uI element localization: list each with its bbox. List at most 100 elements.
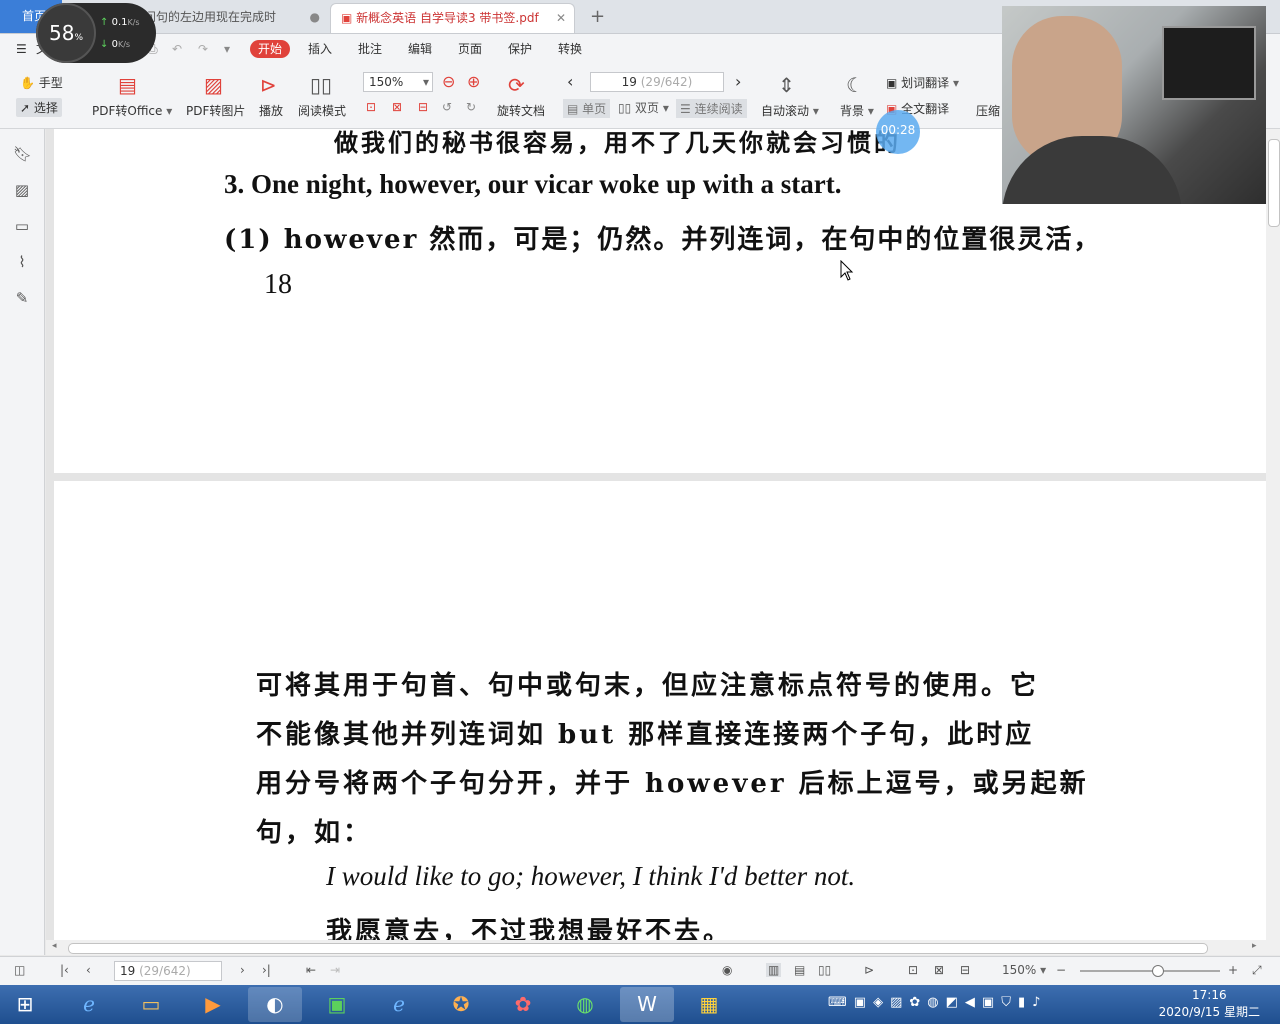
status-page-input[interactable]: 19 (29/642): [114, 961, 222, 981]
menu-page[interactable]: 页面: [458, 40, 482, 58]
undo-icon[interactable]: ↶: [172, 40, 182, 58]
zoom-in-icon[interactable]: +: [1228, 963, 1238, 977]
auto-scroll-button[interactable]: 自动滚动 ▾: [761, 102, 819, 119]
menu-insert[interactable]: 插入: [308, 40, 332, 58]
app-icon[interactable]: ▦: [682, 987, 736, 1022]
network-speed-widget[interactable]: 58% ↑ 0.1K/s ↓ 0K/s: [36, 3, 156, 63]
start-button[interactable]: ⊞: [0, 987, 50, 1022]
last-page-icon[interactable]: ›|: [262, 963, 271, 977]
menu-protect[interactable]: 保护: [508, 40, 532, 58]
fit-page-icon[interactable]: ⊠: [934, 963, 944, 977]
hand-icon: ✋: [20, 76, 35, 90]
chevron-down-icon: ▾: [953, 76, 960, 90]
folder-icon[interactable]: ▭: [124, 987, 178, 1022]
pdf-to-image-button[interactable]: PDF转图片: [186, 102, 245, 119]
menu-annotate[interactable]: 批注: [358, 40, 382, 58]
select-tool[interactable]: ➚ 选择: [16, 98, 62, 117]
previous-page-icon[interactable]: ‹: [567, 72, 573, 91]
next-page-icon[interactable]: ›: [735, 72, 741, 91]
auto-scroll-label: 自动滚动: [761, 104, 810, 118]
iqiyi-icon[interactable]: ▣: [310, 987, 364, 1022]
zoom-out-icon[interactable]: ⊖: [442, 72, 455, 91]
fullscreen-icon[interactable]: ⤢: [1252, 963, 1262, 978]
hand-tool[interactable]: ✋ 手型: [20, 74, 63, 91]
wechat-icon[interactable]: ◍: [558, 987, 612, 1022]
vertical-scrollbar[interactable]: [1266, 129, 1280, 955]
actual-size-icon[interactable]: ⊡: [366, 100, 376, 114]
rotate-left-icon[interactable]: ↺: [442, 100, 452, 114]
rotate-document-button[interactable]: 旋转文档: [497, 102, 545, 119]
fit-width-icon[interactable]: ⊟: [418, 100, 428, 114]
zoom-slider-handle[interactable]: [1152, 965, 1164, 977]
zoom-in-icon[interactable]: ⊕: [467, 72, 480, 91]
system-clock[interactable]: 17:16 2020/9/15 星期二: [1159, 987, 1260, 1021]
zoom-select[interactable]: 150% ▾: [363, 72, 433, 92]
menu-convert[interactable]: 转换: [558, 40, 582, 58]
thumbnail-icon[interactable]: ▨: [13, 181, 31, 199]
single-page-button[interactable]: ▤ 单页: [563, 99, 611, 118]
comment-icon[interactable]: ▭: [13, 217, 31, 235]
hamburger-menu-icon[interactable]: ☰: [16, 40, 27, 58]
media-player-icon[interactable]: ▶: [186, 987, 240, 1022]
scroll-left-icon[interactable]: ◂: [52, 941, 57, 951]
previous-page-icon[interactable]: ‹: [86, 963, 91, 977]
zoom-out-icon[interactable]: −: [1056, 963, 1066, 977]
play-button[interactable]: 播放: [259, 102, 283, 119]
fit-width-icon[interactable]: ⊟: [960, 963, 970, 977]
signature-icon[interactable]: ✎: [13, 289, 31, 307]
rotate-right-icon[interactable]: ↻: [466, 100, 476, 114]
forward-icon[interactable]: ⇥: [330, 963, 340, 977]
double-page-button[interactable]: ▯▯ 双页 ▾: [618, 99, 669, 116]
pdf-to-office-button[interactable]: PDF转Office ▾: [92, 102, 172, 119]
tab-dot-icon[interactable]: ●: [310, 3, 320, 31]
compress-button[interactable]: 压缩: [976, 102, 1000, 119]
continuous-view-icon[interactable]: ▥: [766, 963, 782, 977]
sidebar-toggle-icon[interactable]: ◫: [14, 963, 25, 977]
tab-document-2[interactable]: ▣ 新概念英语 自学导读3 带书签.pdf ✕: [330, 3, 575, 33]
word-translate-button[interactable]: ▣ 划词翻译 ▾: [886, 74, 959, 91]
redo-icon[interactable]: ↷: [198, 40, 208, 58]
first-page-icon[interactable]: |‹: [60, 963, 69, 977]
qq-icon[interactable]: ✪: [434, 987, 488, 1022]
new-tab-icon[interactable]: +: [590, 3, 605, 31]
ie-icon[interactable]: ℯ: [62, 987, 116, 1022]
ie-icon-2[interactable]: ℯ: [372, 987, 426, 1022]
chevron-down-icon: ▾: [166, 104, 173, 118]
status-zoom[interactable]: 150% ▾: [1002, 963, 1046, 977]
document-view[interactable]: 做我们的秘书很容易，用不了几天你就会习惯的 3. One night, howe…: [46, 129, 1266, 940]
menu-start[interactable]: 开始: [250, 40, 291, 58]
actual-size-icon[interactable]: ⊡: [908, 963, 918, 977]
memory-percent: 58: [48, 21, 75, 45]
text-line: 3. One night, however, our vicar woke up…: [224, 169, 842, 199]
page-number-input[interactable]: 19 (29/642): [590, 72, 724, 92]
horizontal-scroll-thumb[interactable]: [68, 943, 1208, 954]
back-icon[interactable]: ⇤: [306, 963, 316, 977]
attachment-icon[interactable]: ⌇: [13, 253, 31, 271]
chevron-down-icon[interactable]: ▾: [224, 40, 230, 58]
read-mode-button[interactable]: 阅读模式: [298, 102, 346, 119]
text-line: (1) however 然而，可是；仍然。并列连词，在句中的位置很灵活，: [224, 225, 1102, 255]
play-icon[interactable]: ⊳: [864, 963, 874, 977]
background-button[interactable]: 背景 ▾: [840, 102, 874, 119]
status-zoom-value: 150%: [1002, 963, 1037, 977]
scroll-right-icon[interactable]: ▸: [1252, 941, 1257, 951]
single-view-icon[interactable]: ▤: [794, 963, 805, 977]
bookmark-icon[interactable]: 🔖︎: [13, 145, 32, 163]
next-page-icon[interactable]: ›: [240, 963, 245, 977]
pinwheel-icon[interactable]: ✿: [496, 987, 550, 1022]
close-icon[interactable]: ✕: [556, 4, 566, 32]
vertical-scroll-thumb[interactable]: [1268, 139, 1280, 227]
menu-edit[interactable]: 编辑: [408, 40, 432, 58]
wps-icon[interactable]: W: [620, 987, 674, 1022]
recording-timer[interactable]: 00:28: [876, 110, 920, 154]
tray-app-icon: ▨: [890, 995, 910, 1010]
horizontal-scrollbar[interactable]: ◂ ▸: [46, 940, 1266, 955]
text-line: 句，如：: [256, 818, 373, 848]
double-view-icon[interactable]: ▯▯: [818, 963, 831, 977]
fit-page-icon[interactable]: ⊠: [392, 100, 402, 114]
system-tray[interactable]: ⌨▣◈▨✿◍◩◀▣⛉▮♪: [828, 995, 1047, 1010]
eye-icon[interactable]: ◉: [722, 963, 732, 977]
browser-icon[interactable]: ◐: [248, 987, 302, 1022]
continuous-read-button[interactable]: ☰ 连续阅读: [676, 99, 747, 118]
zoom-slider[interactable]: [1080, 965, 1220, 977]
